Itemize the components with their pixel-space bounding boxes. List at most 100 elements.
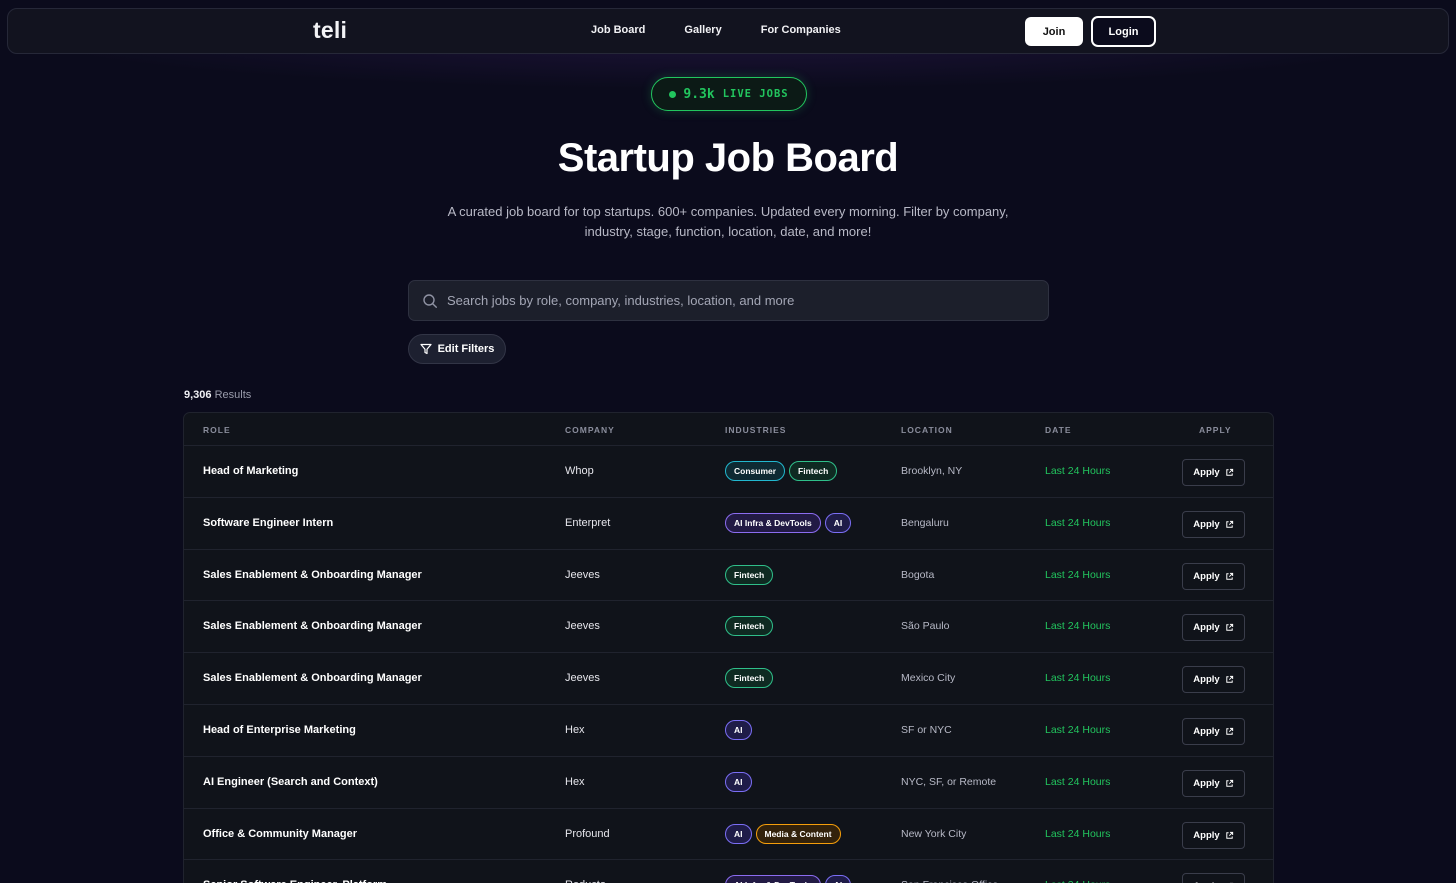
table-row[interactable]: Senior Software Engineer, Platform Reduct…: [184, 860, 1273, 883]
col-header-location: LOCATION: [901, 425, 953, 435]
apply-button[interactable]: Apply: [1182, 769, 1245, 797]
external-link-icon: [1225, 624, 1233, 632]
industry-tag[interactable]: AI: [824, 512, 852, 533]
table-row[interactable]: AI Engineer (Search and Context) Hex AI NYC…: [184, 757, 1273, 809]
job-location: NYC, SF, or Remote: [901, 775, 997, 788]
table-row[interactable]: Head of Marketing Whop Consumer Fintech Broo…: [184, 446, 1273, 498]
page-subtitle: A curated job board for top startups. 60…: [440, 202, 1016, 241]
apply-button[interactable]: Apply: [1182, 459, 1245, 486]
apply-label: Apply: [1193, 518, 1220, 530]
job-company[interactable]: Jeeves: [565, 672, 600, 684]
industry-tag[interactable]: AI: [824, 875, 852, 883]
apply-button[interactable]: Apply: [1182, 873, 1245, 883]
live-dot-icon: [669, 90, 677, 98]
job-role[interactable]: Software Engineer Intern: [203, 517, 333, 529]
logo[interactable]: teli: [313, 17, 347, 44]
industry-tag[interactable]: Consumer: [725, 461, 786, 481]
industry-tag[interactable]: AI: [725, 719, 752, 740]
job-location: SF or NYC: [901, 723, 952, 736]
job-location: Bogota: [901, 568, 935, 581]
job-date: Last 24 Hours: [1045, 568, 1111, 581]
job-industries: Consumer Fintech: [725, 461, 841, 481]
industry-tag[interactable]: Media & Content: [755, 823, 841, 844]
job-role[interactable]: AI Engineer (Search and Context): [203, 776, 378, 788]
job-role[interactable]: Head of Marketing: [203, 465, 298, 477]
job-role[interactable]: Office & Community Manager: [203, 828, 357, 840]
apply-button[interactable]: Apply: [1182, 821, 1245, 849]
table-row[interactable]: Head of Enterprise Marketing Hex AI SF or N…: [184, 705, 1273, 757]
industry-tag[interactable]: Fintech: [725, 668, 774, 689]
job-role[interactable]: Sales Enablement & Onboarding Manager: [203, 620, 422, 632]
apply-label: Apply: [1193, 725, 1220, 737]
job-company[interactable]: Enterpret: [565, 517, 610, 529]
job-industries: Fintech: [725, 564, 777, 585]
apply-button[interactable]: Apply: [1182, 717, 1245, 745]
job-location: New York City: [901, 827, 967, 840]
apply-label: Apply: [1193, 674, 1220, 686]
apply-label: Apply: [1193, 570, 1220, 582]
apply-button[interactable]: Apply: [1182, 614, 1245, 642]
nav-link-job-board[interactable]: Job Board: [591, 24, 645, 36]
industry-tag[interactable]: Fintech: [725, 616, 774, 637]
industry-tag[interactable]: AI Infra & DevTools: [725, 875, 821, 883]
external-link-icon: [1225, 468, 1233, 476]
filter-icon: [419, 343, 432, 355]
table-row[interactable]: Sales Enablement & Onboarding Manager Jee…: [184, 601, 1273, 654]
job-date: Last 24 Hours: [1045, 672, 1111, 685]
results-count: 9,306 Results: [184, 389, 251, 401]
external-link-icon: [1225, 572, 1233, 580]
job-date: Last 24 Hours: [1045, 775, 1111, 788]
industry-tag[interactable]: AI Infra & DevTools: [725, 512, 821, 533]
table-row[interactable]: Sales Enablement & Onboarding Manager Jee…: [184, 653, 1273, 705]
job-company[interactable]: Jeeves: [565, 569, 600, 581]
external-link-icon: [1225, 676, 1233, 683]
edit-filters-label: Edit Filters: [437, 343, 495, 355]
job-role[interactable]: Sales Enablement & Onboarding Manager: [203, 672, 422, 684]
job-date: Last 24 Hours: [1045, 516, 1111, 529]
col-header-role: ROLE: [203, 425, 231, 435]
job-location: Brooklyn, NY: [901, 465, 963, 477]
job-location: Bengaluru: [901, 516, 949, 529]
live-jobs-label: LIVE JOBS: [722, 88, 789, 100]
login-button[interactable]: Login: [1091, 16, 1156, 47]
table-row[interactable]: Sales Enablement & Onboarding Manager Jee…: [184, 550, 1273, 602]
table-body: Head of Marketing Whop Consumer Fintech Broo…: [184, 446, 1273, 883]
join-button[interactable]: Join: [1025, 17, 1083, 46]
job-industries: AI: [725, 771, 756, 792]
job-role[interactable]: Sales Enablement & Onboarding Manager: [203, 569, 422, 581]
industry-tag[interactable]: Fintech: [789, 461, 838, 481]
apply-label: Apply: [1193, 829, 1220, 841]
subtitle-line-2: industry, stage, function, location, dat…: [584, 223, 872, 239]
subtitle-line-1: A curated job board for top startups. 60…: [447, 204, 1009, 219]
table-row[interactable]: Software Engineer Intern Enterpret AI Infr…: [184, 498, 1273, 550]
external-link-icon: [1225, 831, 1233, 839]
apply-label: Apply: [1193, 467, 1220, 478]
job-role[interactable]: Head of Enterprise Marketing: [203, 724, 356, 736]
job-industries: AI Infra & DevToolsAI: [725, 512, 855, 533]
table-header: ROLE COMPANY INDUSTRIES LOCATION DATE AP…: [184, 413, 1273, 446]
job-role[interactable]: Senior Software Engineer, Platform: [203, 879, 387, 883]
edit-filters-button[interactable]: Edit Filters: [408, 334, 506, 364]
job-date: Last 24 Hours: [1045, 620, 1111, 633]
job-company[interactable]: Whop: [565, 465, 594, 477]
job-company[interactable]: Hex: [565, 776, 585, 788]
nav-links: Job Board Gallery For Companies: [591, 24, 880, 36]
job-company[interactable]: Reducto: [565, 879, 606, 883]
industry-tag[interactable]: Fintech: [725, 564, 774, 585]
nav-link-for-companies[interactable]: For Companies: [761, 24, 841, 36]
jobs-table: ROLE COMPANY INDUSTRIES LOCATION DATE AP…: [183, 412, 1274, 883]
job-date: Last 24 Hours: [1045, 465, 1111, 477]
apply-button[interactable]: Apply: [1182, 510, 1245, 538]
job-company[interactable]: Hex: [565, 724, 585, 736]
live-jobs-count: 9.3k: [683, 86, 715, 102]
search-input[interactable]: [447, 281, 1042, 320]
search-bar: [408, 280, 1049, 321]
apply-button[interactable]: Apply: [1182, 666, 1245, 694]
nav-link-gallery[interactable]: Gallery: [684, 24, 721, 36]
industry-tag[interactable]: AI: [725, 823, 752, 844]
job-company[interactable]: Profound: [565, 828, 610, 840]
industry-tag[interactable]: AI: [725, 771, 752, 792]
table-row[interactable]: Office & Community Manager Profound AI Medi…: [184, 809, 1273, 861]
job-company[interactable]: Jeeves: [565, 620, 600, 632]
apply-button[interactable]: Apply: [1182, 562, 1245, 590]
